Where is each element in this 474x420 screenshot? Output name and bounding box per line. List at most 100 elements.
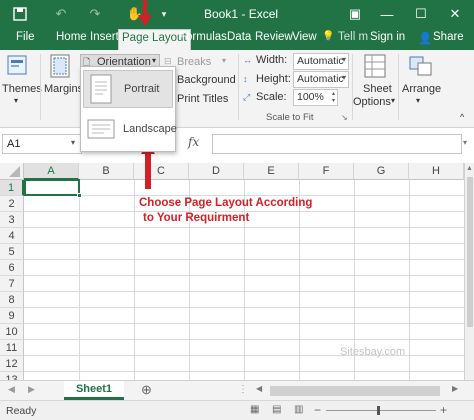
sheet-options-button[interactable]: Sheet [363,83,392,95]
width-icon: ↔ [243,55,252,65]
tab-file[interactable]: File [16,31,35,43]
column-header-e[interactable]: E [244,163,299,180]
sheet-options-icon[interactable] [364,54,386,78]
insert-function-button[interactable]: fx [188,135,199,149]
zoom-slider[interactable] [326,410,436,411]
themes-dropdown-icon[interactable]: ▾ [14,96,18,105]
scroll-right-icon[interactable]: ▶ [28,384,35,395]
tab-formulas[interactable]: Formulas [179,31,227,43]
scroll-up-icon[interactable]: ▲ [466,165,473,172]
row-header-6[interactable]: 6 [0,260,24,276]
tab-home[interactable]: Home [56,31,87,43]
divider [352,54,353,120]
row-header-3[interactable]: 3 [0,212,24,228]
landscape-icon [87,119,115,139]
height-icon: ↕ [243,74,248,84]
column-header-h[interactable]: H [409,163,464,180]
height-select[interactable]: Automatic ▾ [293,71,349,88]
horizontal-scrollbar-thumb[interactable] [270,386,440,396]
column-header-b[interactable]: B [79,163,134,180]
select-all-corner[interactable] [0,163,24,180]
zoom-in-icon[interactable]: + [440,403,447,417]
landscape-option[interactable]: Landscape [83,111,177,149]
landscape-label: Landscape [123,123,177,135]
sheet-options-button-line2[interactable]: Options [353,96,391,108]
zoom-out-icon[interactable]: − [314,403,321,417]
more-sheets-icon: ⋮ [238,384,248,395]
row-header-12[interactable]: 12 [0,356,24,372]
background-button[interactable]: Background [177,74,236,86]
row-header-8[interactable]: 8 [0,292,24,308]
fill-handle[interactable] [77,193,82,198]
themes-icon[interactable] [6,54,36,80]
tab-review[interactable]: Review [255,31,293,43]
spin-icon: ▴ ▾ [331,91,335,104]
themes-button[interactable]: Themes [2,83,42,95]
annotation-line-1: Choose Page Layout According [139,197,313,209]
row-header-11[interactable]: 11 [0,340,24,356]
row-header-5[interactable]: 5 [0,244,24,260]
minimize-icon[interactable]: — [378,4,396,24]
scale-icon: ⤢ [243,92,251,102]
sheet-tab-sheet1[interactable]: Sheet1 [64,381,124,400]
breaks-dropdown-icon[interactable]: ▾ [222,56,226,65]
scroll-left-icon[interactable]: ◀ [8,384,15,395]
expand-formula-icon[interactable]: ▾ [463,138,467,147]
name-box[interactable]: A1 ▾ [2,134,82,154]
column-header-f[interactable]: F [299,163,354,180]
window-title: Book1 - Excel [204,7,279,21]
collapse-ribbon-icon[interactable]: ^ [460,112,464,122]
arrange-button[interactable]: Arrange [402,83,441,95]
row-header-7[interactable]: 7 [0,276,24,292]
row-header-1[interactable]: 1 [0,180,24,196]
column-header-g[interactable]: G [354,163,409,180]
page-layout-view-icon[interactable]: ▤ [272,404,281,415]
arrange-dropdown-icon[interactable]: ▾ [416,96,420,105]
tab-insert[interactable]: Insert [90,31,119,43]
portrait-option[interactable]: Portrait [83,70,173,108]
row-header-2[interactable]: 2 [0,196,24,212]
tell-me-search[interactable]: Tell m [338,31,368,43]
selected-cell-a1[interactable] [24,179,82,198]
ribbon-display-icon[interactable]: ▣ [346,4,364,24]
print-titles-button[interactable]: Print Titles [177,93,228,105]
save-icon[interactable] [10,4,30,24]
width-select[interactable]: Automatic ▾ [293,53,349,70]
page-break-view-icon[interactable]: ▥ [294,404,303,415]
share-button[interactable]: Share [433,31,464,43]
sheet-options-dropdown-icon[interactable]: ▾ [391,96,395,105]
column-header-d[interactable]: D [189,163,244,180]
row-header-10[interactable]: 10 [0,324,24,340]
breaks-button[interactable]: Breaks [177,56,211,68]
tab-data[interactable]: Data [227,31,251,43]
portrait-icon [90,74,112,104]
close-icon[interactable]: ✕ [446,4,464,24]
margins-button[interactable]: Margins [44,83,83,95]
scrollbar-thumb[interactable] [467,177,473,327]
hscroll-right-icon[interactable]: ▶ [452,384,458,393]
redo-icon[interactable]: ↷ [86,4,104,24]
row-header-4[interactable]: 4 [0,228,24,244]
chevron-down-icon[interactable]: ▾ [158,4,170,24]
width-label: Width: [256,54,288,66]
maximize-icon[interactable]: ☐ [412,4,430,24]
dialog-launcher-icon[interactable]: ↘ [341,113,348,122]
arrange-icon[interactable] [408,54,434,78]
normal-view-icon[interactable]: ▦ [250,404,259,415]
title-bar: ↶ ↷ ✋ ▾ Book1 - Excel ▣ — ☐ ✕ [0,0,474,28]
tab-view[interactable]: View [292,31,317,43]
sheet-tabs-bar: ◀ ▶ Sheet1 ⊕ ⋮ ◀ ▶ [0,380,474,400]
scale-spinner[interactable]: 100% ▴ ▾ [293,89,338,106]
column-header-a[interactable]: A [24,163,79,180]
margins-icon[interactable] [50,54,74,80]
hscroll-left-icon[interactable]: ◀ [256,384,262,393]
annotation-text: Choose Page Layout According to Your Req… [139,196,312,226]
undo-icon[interactable]: ↶ [52,4,70,24]
zoom-slider-handle[interactable] [377,406,380,415]
row-header-9[interactable]: 9 [0,308,24,324]
vertical-scrollbar[interactable]: ▲ [464,163,474,380]
formula-input[interactable] [212,134,462,154]
lightbulb-icon[interactable]: 💡 [322,31,334,42]
new-sheet-icon[interactable]: ⊕ [141,382,152,398]
sign-in-link[interactable]: Sign in [370,31,405,43]
